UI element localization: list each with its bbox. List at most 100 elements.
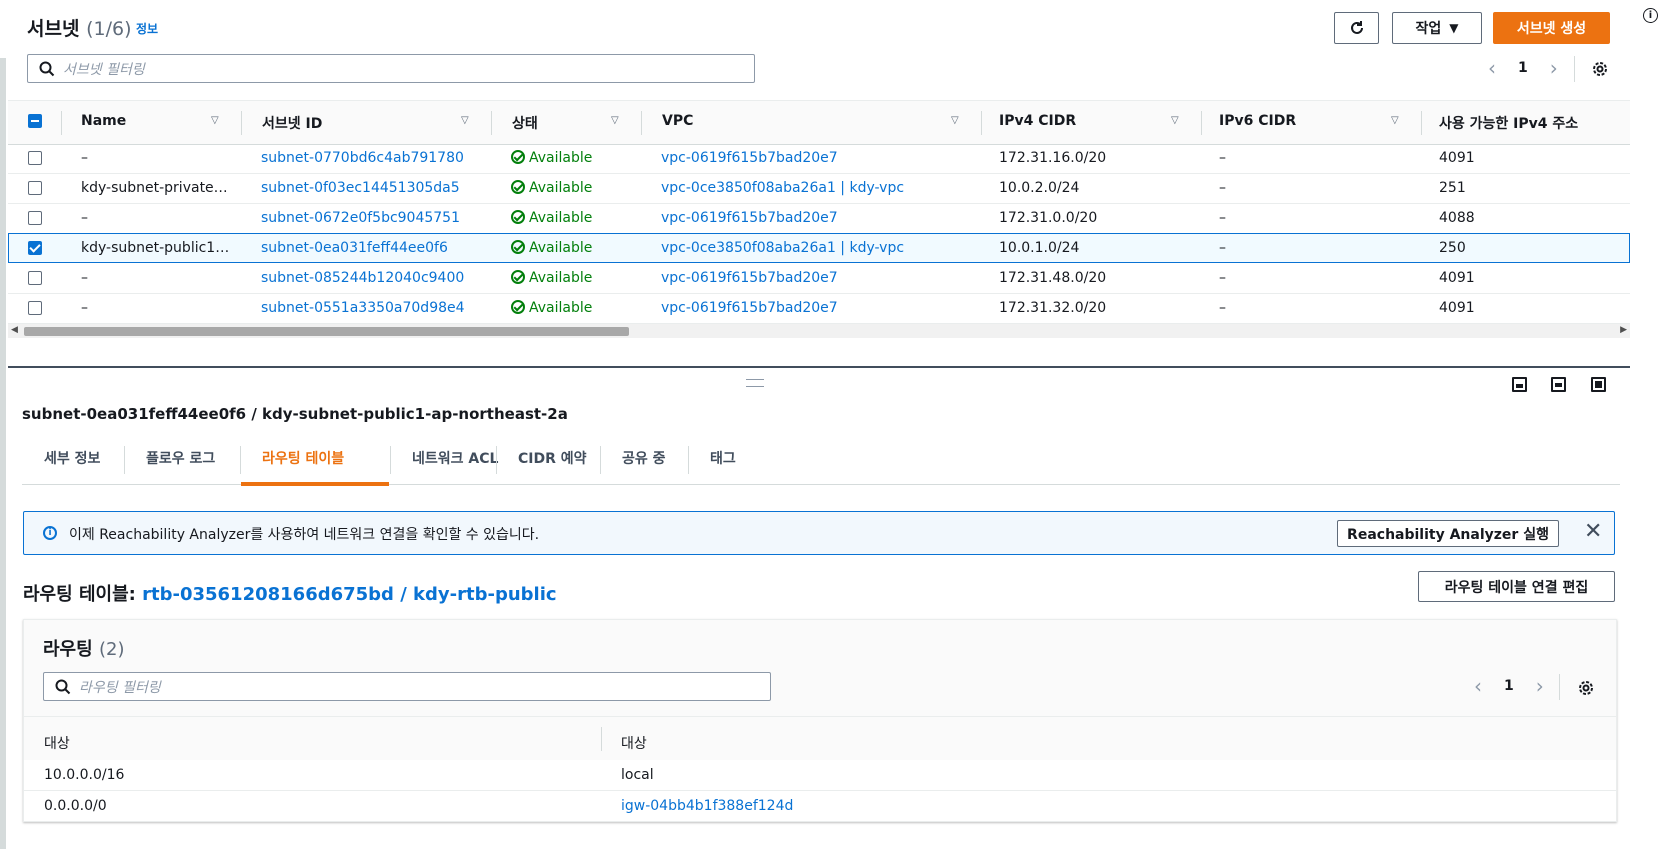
table-row[interactable]: – subnet-0551a3350a70d98e4 Available vpc… xyxy=(8,293,1630,324)
cell-status: Available xyxy=(511,270,592,286)
panel-position-bottom-icon[interactable] xyxy=(1512,377,1527,392)
sort-caret-icon[interactable]: ▽ xyxy=(611,115,619,126)
table-row-selected[interactable]: kdy-subnet-public1… subnet-0ea031feff44e… xyxy=(8,233,1630,263)
scrollbar-thumb[interactable] xyxy=(24,327,629,336)
cell-subnet-id-link[interactable]: subnet-085244b12040c9400 xyxy=(261,270,464,286)
cell-available-ipv4: 251 xyxy=(1439,180,1466,196)
settings-gear-icon[interactable] xyxy=(1577,679,1595,697)
cell-subnet-id-link[interactable]: subnet-0770bd6c4ab791780 xyxy=(261,150,464,166)
cell-subnet-id-link[interactable]: subnet-0f03ec14451305da5 xyxy=(261,180,460,196)
table-row[interactable]: 0.0.0.0/0 igw-04bb4b1f388ef124d xyxy=(24,791,1616,821)
info-flashbar: i 이제 Reachability Analyzer를 사용하여 네트워크 연결… xyxy=(23,511,1615,555)
page-title: 서브넷 (1/6) xyxy=(27,18,132,40)
cell-vpc-link[interactable]: vpc-0619f615b7bad20e7 xyxy=(661,300,838,316)
col-header-subnet-id[interactable]: 서브넷 ID xyxy=(262,113,322,133)
table-row[interactable]: – subnet-0672e0f5bc9045751 Available vpc… xyxy=(8,203,1630,234)
subnet-pagination: ‹ 1 › xyxy=(1488,56,1558,80)
row-checkbox[interactable] xyxy=(28,151,42,165)
right-info-icon[interactable]: i xyxy=(1643,8,1658,23)
settings-gear-icon[interactable] xyxy=(1591,60,1609,78)
col-separator xyxy=(1201,111,1202,135)
sort-caret-icon[interactable]: ▽ xyxy=(211,115,219,126)
cell-vpc-link[interactable]: vpc-0ce3850f08aba26a1 | kdy-vpc xyxy=(661,180,904,196)
col-header-name[interactable]: Name xyxy=(81,113,126,129)
col-header-vpc[interactable]: VPC xyxy=(662,113,693,129)
actions-dropdown-button[interactable]: 작업 ▼ xyxy=(1392,12,1482,44)
tab-route-table[interactable]: 라우팅 테이블 xyxy=(262,448,344,468)
tab-cidr-reservations[interactable]: CIDR 예약 xyxy=(518,448,587,468)
cell-target-link[interactable]: igw-04bb4b1f388ef124d xyxy=(621,798,793,814)
col-header-destination[interactable]: 대상 xyxy=(44,733,70,753)
cell-vpc-link[interactable]: vpc-0619f615b7bad20e7 xyxy=(661,150,838,166)
prev-page-icon[interactable]: ‹ xyxy=(1488,56,1496,80)
next-page-icon[interactable]: › xyxy=(1550,56,1558,80)
reachability-analyzer-button[interactable]: Reachability Analyzer 실행 xyxy=(1337,520,1559,547)
col-header-status[interactable]: 상태 xyxy=(512,113,538,133)
prev-page-icon[interactable]: ‹ xyxy=(1474,674,1482,698)
tab-separator xyxy=(240,446,241,474)
active-tab-underline xyxy=(241,482,389,486)
table-settings-separator xyxy=(1574,56,1575,82)
page-number[interactable]: 1 xyxy=(1518,60,1528,76)
row-checkbox[interactable] xyxy=(28,211,42,225)
refresh-icon xyxy=(1350,21,1363,34)
close-icon[interactable]: ✕ xyxy=(1584,520,1602,544)
info-link[interactable]: 정보 xyxy=(136,20,158,37)
tab-separator xyxy=(390,446,391,474)
sort-caret-icon[interactable]: ▽ xyxy=(951,115,959,126)
tab-tags[interactable]: 태그 xyxy=(710,448,736,468)
cell-subnet-id-link[interactable]: subnet-0ea031feff44ee0f6 xyxy=(261,240,448,256)
panel-position-middle-icon[interactable] xyxy=(1551,377,1566,392)
cell-subnet-id-link[interactable]: subnet-0672e0f5bc9045751 xyxy=(261,210,460,226)
next-page-icon[interactable]: › xyxy=(1536,674,1544,698)
routes-search-input[interactable]: 라우팅 필터링 xyxy=(43,672,771,701)
resize-handle-icon[interactable] xyxy=(746,379,764,387)
table-row[interactable]: 10.0.0.0/16 local xyxy=(24,760,1616,791)
col-separator xyxy=(601,727,602,751)
row-checkbox[interactable] xyxy=(28,271,42,285)
tab-flow-logs[interactable]: 플로우 로그 xyxy=(146,448,215,468)
cell-vpc-link[interactable]: vpc-0ce3850f08aba26a1 | kdy-vpc xyxy=(661,240,904,256)
cell-name: – xyxy=(81,270,88,286)
col-header-available-ipv4[interactable]: 사용 가능한 IPv4 주소 xyxy=(1439,113,1578,133)
row-checkbox[interactable] xyxy=(28,241,42,255)
cell-ipv4-cidr: 172.31.16.0/20 xyxy=(999,150,1107,166)
table-row[interactable]: – subnet-085244b12040c9400 Available vpc… xyxy=(8,263,1630,294)
caret-down-icon: ▼ xyxy=(1449,21,1459,35)
col-header-target[interactable]: 대상 xyxy=(621,733,647,753)
scroll-left-arrow-icon[interactable]: ◀ xyxy=(11,325,18,335)
edit-route-table-association-button[interactable]: 라우팅 테이블 연결 편집 xyxy=(1418,571,1615,602)
horizontal-scrollbar[interactable]: ◀ ▶ xyxy=(8,324,1630,338)
sort-caret-icon[interactable]: ▽ xyxy=(1391,115,1399,126)
row-checkbox[interactable] xyxy=(28,181,42,195)
select-all-checkbox[interactable] xyxy=(28,114,42,128)
create-subnet-button[interactable]: 서브넷 생성 xyxy=(1493,12,1610,44)
cell-vpc-link[interactable]: vpc-0619f615b7bad20e7 xyxy=(661,210,838,226)
left-scroll-edge xyxy=(0,58,6,849)
cell-available-ipv4: 4091 xyxy=(1439,300,1475,316)
refresh-button[interactable] xyxy=(1334,12,1379,44)
panel-position-side-icon[interactable] xyxy=(1591,377,1606,392)
col-header-ipv6-cidr[interactable]: IPv6 CIDR xyxy=(1219,113,1296,129)
sort-caret-icon[interactable]: ▽ xyxy=(461,115,469,126)
row-checkbox[interactable] xyxy=(28,301,42,315)
cell-ipv4-cidr: 10.0.1.0/24 xyxy=(999,240,1080,256)
tab-details[interactable]: 세부 정보 xyxy=(44,448,100,468)
col-header-ipv4-cidr[interactable]: IPv4 CIDR xyxy=(999,113,1076,129)
cell-subnet-id-link[interactable]: subnet-0551a3350a70d98e4 xyxy=(261,300,465,316)
scroll-right-arrow-icon[interactable]: ▶ xyxy=(1620,325,1627,335)
route-table-link[interactable]: rtb-03561208166d675bd / kdy-rtb-public xyxy=(142,584,556,605)
subnet-search-input[interactable]: 서브넷 필터링 xyxy=(27,54,755,83)
cell-destination: 0.0.0.0/0 xyxy=(44,798,107,814)
cell-ipv6-cidr: – xyxy=(1219,180,1226,196)
cell-ipv6-cidr: – xyxy=(1219,270,1226,286)
cell-vpc-link[interactable]: vpc-0619f615b7bad20e7 xyxy=(661,270,838,286)
cell-target: local xyxy=(621,767,654,783)
sort-caret-icon[interactable]: ▽ xyxy=(1171,115,1179,126)
tab-sharing[interactable]: 공유 중 xyxy=(622,448,666,468)
tab-network-acl[interactable]: 네트워크 ACL xyxy=(412,448,498,468)
page-number[interactable]: 1 xyxy=(1504,678,1514,694)
table-row[interactable]: kdy-subnet-private… subnet-0f03ec1445130… xyxy=(8,173,1630,204)
search-icon xyxy=(55,679,71,694)
table-row[interactable]: – subnet-0770bd6c4ab791780 Available vpc… xyxy=(8,143,1630,174)
